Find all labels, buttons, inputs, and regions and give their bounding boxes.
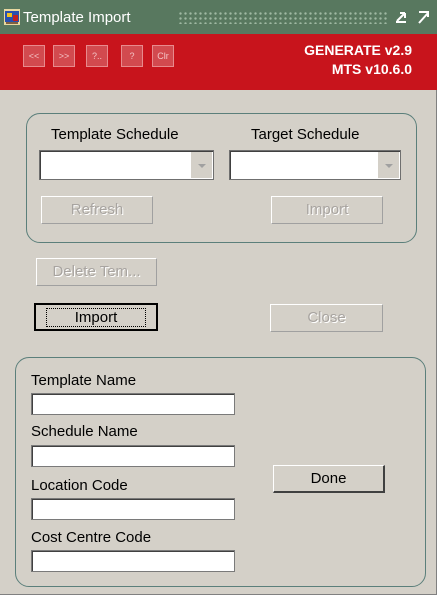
import-button-label: Import (45, 308, 147, 327)
refresh-button[interactable]: Refresh (41, 196, 153, 224)
chevron-down-icon[interactable] (190, 152, 212, 178)
location-code-label: Location Code (31, 477, 128, 494)
close-button[interactable]: Close (270, 304, 383, 332)
chevron-down-icon[interactable] (377, 152, 399, 178)
import-button[interactable]: Import (34, 303, 158, 331)
app-icon (4, 9, 20, 25)
minimize-icon[interactable] (392, 8, 410, 26)
template-name-label: Template Name (31, 372, 137, 389)
done-button[interactable]: Done (273, 465, 385, 493)
first-record-button[interactable]: << (23, 45, 45, 67)
schedule-name-label: Schedule Name (31, 423, 138, 440)
version-line-1: GENERATE v2.9 (304, 42, 412, 58)
help-button[interactable]: ? (121, 45, 143, 67)
title-grip (178, 11, 388, 24)
cost-centre-code-field[interactable] (31, 550, 235, 572)
last-record-button[interactable]: >> (53, 45, 75, 67)
version-info: GENERATE v2.9 MTS v10.6.0 (304, 41, 412, 79)
delete-template-button[interactable]: Delete Tem... (36, 258, 157, 286)
maximize-icon[interactable] (414, 8, 432, 26)
clear-button[interactable]: Clr (152, 45, 174, 67)
template-import-window: Template Import << >> ?.. ? Clr GENERATE… (0, 0, 437, 595)
version-line-2: MTS v10.6.0 (331, 61, 412, 77)
template-schedule-select[interactable] (39, 150, 214, 180)
toolbar: << >> ?.. ? Clr GENERATE v2.9 MTS v10.6.… (0, 34, 437, 90)
target-schedule-select[interactable] (229, 150, 401, 180)
search-button[interactable]: ?.. (86, 45, 108, 67)
title-bar[interactable]: Template Import (0, 0, 437, 34)
location-code-field[interactable] (31, 498, 235, 520)
window-title: Template Import (23, 9, 131, 26)
template-name-field[interactable] (31, 393, 235, 415)
schedule-name-field[interactable] (31, 445, 235, 467)
cost-centre-code-label: Cost Centre Code (31, 529, 152, 546)
target-schedule-label: Target Schedule (251, 126, 360, 143)
schedule-import-button[interactable]: Import (271, 196, 383, 224)
template-schedule-label: Template Schedule (51, 126, 179, 143)
